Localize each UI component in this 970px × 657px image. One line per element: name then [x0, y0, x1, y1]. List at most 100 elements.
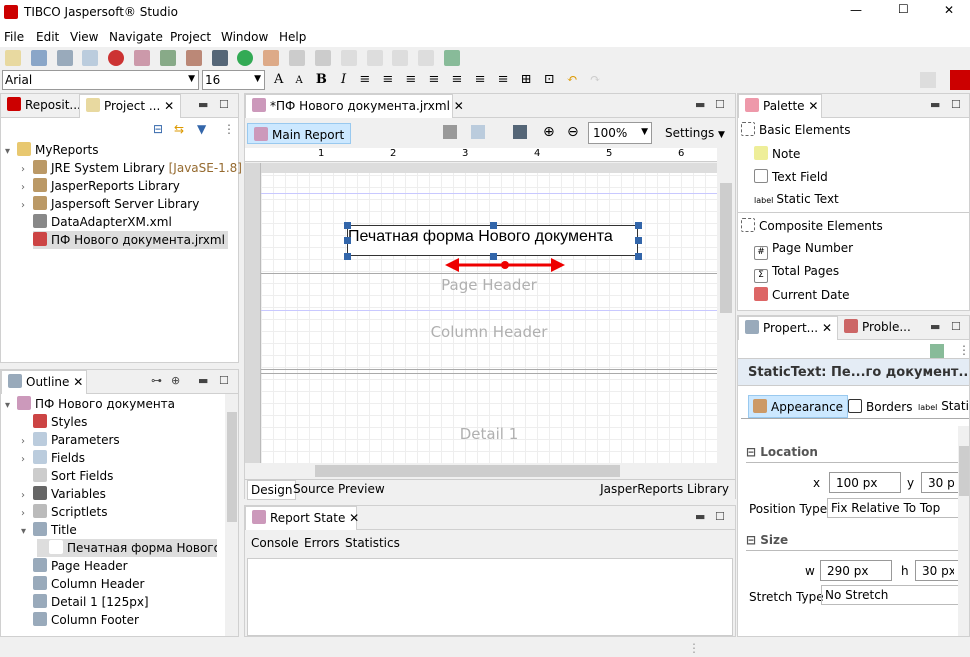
open-view-icon[interactable] [444, 50, 461, 66]
static-text-element[interactable]: Печатная форма Нового документа [347, 225, 638, 256]
debug-icon[interactable] [108, 50, 125, 66]
resize-handle[interactable] [490, 222, 497, 229]
back-icon[interactable] [340, 50, 357, 66]
palette-item-page-number[interactable]: # Page Number [754, 241, 853, 260]
link-editor-icon[interactable]: ⇆ [174, 122, 184, 136]
menu-navigate[interactable]: Navigate [109, 30, 163, 44]
resize-handle[interactable] [344, 253, 351, 260]
section-size[interactable]: ⊟ Size [746, 533, 788, 547]
borders-icon[interactable]: ⊡ [544, 72, 555, 87]
palette-item-static-text[interactable]: label Static Text [754, 192, 839, 206]
minimize-view-button[interactable]: ▬ [930, 320, 940, 333]
tree-item-jrxml[interactable]: ПФ Нового документа.jrxml [33, 231, 228, 249]
menu-project[interactable]: Project [170, 30, 211, 44]
collapse-all-icon[interactable]: ⊟ [153, 122, 163, 136]
tab-properties[interactable]: Propert... ✕ [738, 316, 838, 340]
menu-window[interactable]: Window [221, 30, 268, 44]
properties-scrollbar[interactable] [958, 426, 969, 636]
tab-report-file[interactable]: *ПФ Нового документа.jrxml ✕ [245, 94, 464, 118]
outline-item[interactable]: › Parameters [21, 431, 120, 449]
tree-item-jasperreports-lib[interactable]: › JasperReports Library [21, 177, 180, 195]
pen-icon[interactable] [263, 50, 280, 66]
tab-errors[interactable]: Errors [304, 536, 340, 550]
maximize-view-button[interactable]: ☐ [951, 320, 961, 333]
view-menu-icon[interactable]: ⋮ [958, 343, 969, 357]
maximize-view-button[interactable]: ☐ [715, 510, 725, 523]
tab-outline[interactable]: Outline ✕ [1, 370, 87, 394]
tree-mode-icon[interactable]: ⊶ [151, 374, 162, 387]
prev-annotation-icon[interactable] [314, 50, 331, 66]
filter-icon[interactable]: ▼ [197, 122, 206, 136]
palette-item-text-field[interactable]: Text Field [754, 169, 828, 184]
next-annotation-icon[interactable] [289, 50, 306, 66]
tab-palette[interactable]: Palette ✕ [738, 94, 822, 118]
save-icon[interactable] [30, 50, 47, 66]
font-size-select[interactable]: 16 ▼ [202, 70, 265, 90]
band-page-header[interactable]: Page Header [261, 276, 717, 294]
section-location[interactable]: ⊟ Location [746, 445, 818, 459]
menu-view[interactable]: View [70, 30, 98, 44]
new-adapter-icon[interactable] [159, 50, 176, 66]
outline-item[interactable]: › Scriptlets [21, 503, 107, 521]
compile-icon[interactable] [471, 125, 485, 139]
zoom-in-icon[interactable]: ⊕ [543, 124, 555, 140]
forward-icon[interactable] [366, 50, 383, 66]
outline-item[interactable]: Column Header [21, 575, 144, 593]
tab-problems[interactable]: Proble... [838, 316, 918, 340]
justify-icon[interactable]: ≡ [428, 72, 439, 87]
resize-handle[interactable] [635, 253, 642, 260]
tree-item-dataadapter[interactable]: DataAdapterXM.xml [33, 213, 172, 231]
h-input[interactable] [915, 560, 961, 581]
align-bottom-icon[interactable]: ≡ [498, 72, 509, 87]
jaspersoft-perspective-icon[interactable] [950, 70, 970, 90]
outline-scrollbar[interactable] [225, 394, 238, 636]
outline-item[interactable]: Page Header [21, 557, 128, 575]
resize-handle[interactable] [635, 237, 642, 244]
palette-group-basic[interactable]: Basic Elements [741, 122, 851, 137]
w-input[interactable] [820, 560, 892, 581]
align-right-icon[interactable]: ≡ [405, 72, 416, 87]
tab-console[interactable]: Console [251, 536, 299, 550]
palette-group-composite[interactable]: Composite Elements [741, 218, 883, 233]
font-family-select[interactable]: Arial ▼ [2, 70, 199, 90]
undo-icon[interactable]: ↶ [567, 72, 578, 87]
align-top-icon[interactable]: ≡ [452, 72, 463, 87]
settings-button[interactable]: Settings ▼ [665, 126, 725, 140]
outline-item[interactable]: ▾ Title [21, 521, 77, 539]
increase-font-icon[interactable]: A [274, 72, 283, 87]
resize-handle[interactable] [635, 222, 642, 229]
position-type-select[interactable]: Fix Relative To Top [827, 498, 962, 518]
server-icon[interactable] [211, 50, 228, 66]
maximize-view-button[interactable]: ☐ [219, 374, 229, 387]
band-column-header[interactable]: Column Header [261, 323, 717, 341]
new-icon[interactable] [5, 50, 21, 66]
zoom-out-icon[interactable]: ⊖ [567, 124, 579, 140]
outline-item[interactable]: Styles [21, 413, 87, 431]
tab-repository[interactable]: Reposit... [1, 94, 81, 118]
italic-icon[interactable]: I [341, 72, 346, 87]
design-canvas[interactable]: Column Header Page Header Detail 1 Печат… [245, 163, 717, 463]
perspective-icon[interactable] [920, 72, 936, 88]
pin-icon[interactable] [930, 344, 944, 358]
redo-icon[interactable]: ↷ [590, 72, 601, 87]
wizard-icon[interactable] [185, 50, 202, 66]
padding-icon[interactable]: ⊞ [521, 72, 532, 87]
menu-file[interactable]: File [4, 30, 24, 44]
stretch-type-select[interactable]: No Stretch [821, 585, 962, 605]
align-middle-icon[interactable]: ≡ [475, 72, 486, 87]
minimize-view-button[interactable]: ▬ [695, 98, 705, 111]
main-report-button[interactable]: Main Report [247, 123, 352, 144]
palette-item-total-pages[interactable]: Σ Total Pages [754, 264, 839, 283]
outline-item[interactable]: › Fields [21, 449, 85, 467]
minimize-view-button[interactable]: ▬ [930, 98, 940, 111]
palette-item-current-date[interactable]: Current Date [754, 287, 850, 302]
maximize-button[interactable]: ☐ [898, 2, 909, 16]
maximize-view-button[interactable]: ☐ [951, 98, 961, 111]
band-detail[interactable]: Detail 1 [261, 425, 717, 443]
resize-handle[interactable] [344, 222, 351, 229]
tree-item-jre[interactable]: › JRE System Library [JavaSE-1.8] [21, 159, 242, 177]
outline-item[interactable]: Column Footer [21, 611, 139, 629]
run-icon[interactable] [237, 50, 254, 66]
minimize-view-button[interactable]: ▬ [198, 374, 208, 387]
outline-item[interactable]: Detail 1 [125px] [21, 593, 149, 611]
